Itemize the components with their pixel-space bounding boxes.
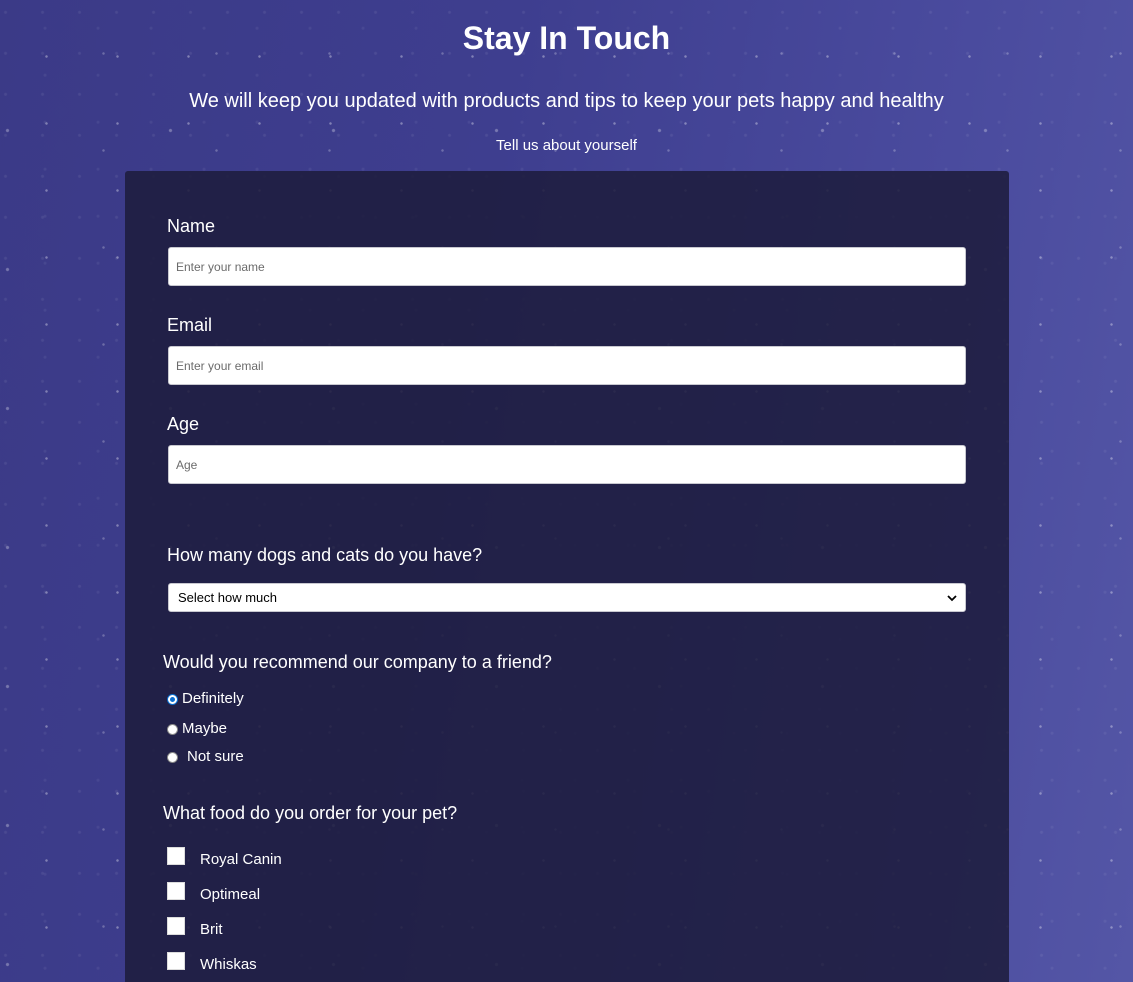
checkbox[interactable] [167, 847, 185, 865]
radio-option-definitely[interactable]: Definitely [167, 690, 244, 708]
radio-option-not-sure[interactable]: Not sure [167, 748, 244, 766]
checkbox-label: Whiskas [200, 956, 257, 973]
radio-label: Maybe [182, 720, 228, 737]
radio-button[interactable] [167, 723, 178, 735]
checkbox[interactable] [167, 952, 185, 970]
chevron-down-icon [947, 595, 957, 602]
recommend-label: Would you recommend our company to a fri… [163, 652, 552, 672]
checkbox-option-royal-canin[interactable]: Royal Canin [167, 843, 282, 869]
name-label: Name [167, 216, 216, 236]
pets-count-selected-value: Select how much [178, 590, 277, 605]
radio-label: Not sure [187, 748, 244, 765]
page-title: Stay In Touch [462, 20, 671, 56]
food-label: What food do you order for your pet? [163, 803, 458, 823]
name-input[interactable] [168, 247, 966, 286]
email-label: Email [167, 315, 213, 335]
page-subtitle: We will keep you updated with products a… [189, 90, 944, 112]
age-label: Age [167, 414, 200, 434]
email-input[interactable] [168, 346, 966, 385]
radio-option-maybe[interactable]: Maybe [167, 720, 227, 738]
checkbox-label: Royal Canin [200, 851, 282, 868]
checkbox[interactable] [167, 917, 185, 935]
pets-count-label: How many dogs and cats do you have? [167, 545, 483, 565]
age-input[interactable] [168, 445, 966, 484]
checkbox-option-optimeal[interactable]: Optimeal [167, 878, 260, 904]
checkbox-label: Optimeal [200, 886, 261, 903]
checkbox-option-whiskas[interactable]: Whiskas [167, 948, 257, 974]
radio-button[interactable] [167, 751, 178, 763]
pets-count-select[interactable]: Select how much [168, 583, 966, 612]
checkbox-label: Brit [200, 921, 223, 938]
checkbox[interactable] [167, 882, 185, 900]
radio-label: Definitely [182, 690, 244, 707]
survey-form: Name Email Age How many dogs and cats do… [125, 171, 1009, 982]
radio-button[interactable] [167, 693, 178, 705]
checkbox-option-brit[interactable]: Brit [167, 913, 223, 939]
form-intro: Tell us about yourself [496, 137, 637, 154]
